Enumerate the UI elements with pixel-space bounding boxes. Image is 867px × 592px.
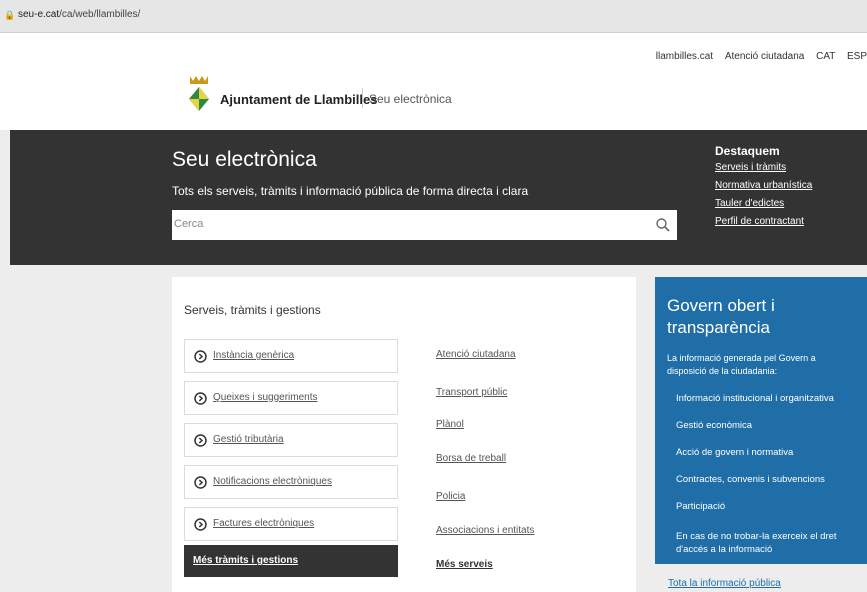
lang-esp[interactable]: ESP: [847, 51, 867, 62]
service-gestio-tributaria[interactable]: Gestió tributària: [184, 423, 398, 457]
lock-icon: 🔒: [4, 10, 16, 20]
arrow-circle-icon: [194, 476, 207, 489]
services-title: Serveis, tràmits i gestions: [184, 303, 321, 317]
destaquem-box: Destaquem Serveis i tràmits Normativa ur…: [715, 144, 812, 234]
destaquem-title: Destaquem: [715, 144, 780, 158]
site-subtitle: Seu electrònica: [369, 92, 452, 106]
search-input[interactable]: [172, 210, 614, 238]
browser-address-bar[interactable]: 🔒 seu-e.cat/ca/web/llambilles/: [0, 0, 867, 33]
service-label: Gestió tributària: [213, 434, 284, 445]
arrow-circle-icon: [194, 350, 207, 363]
service-instancia[interactable]: Instància genèrica: [184, 339, 398, 373]
service-notificacions[interactable]: Notificacions electròniques: [184, 465, 398, 499]
site-name[interactable]: Ajuntament de Llambilles: [220, 92, 377, 107]
url-domain: seu-e.cat: [18, 9, 60, 20]
hero-subtitle: Tots els serveis, tràmits i informació p…: [172, 184, 529, 198]
govern-item-accio[interactable]: Acció de govern i normativa: [676, 447, 793, 458]
govern-item-participacio[interactable]: Participació: [676, 501, 725, 512]
govern-description: La informació generada pel Govern a disp…: [667, 353, 816, 376]
destaquem-link-serveis[interactable]: Serveis i tràmits: [715, 162, 812, 173]
more-tramits-button[interactable]: Més tràmits i gestions: [184, 545, 398, 577]
hero-title: Seu electrònica: [172, 148, 317, 171]
page: llambilles.cat Atenció ciutadana CAT ESP…: [0, 33, 867, 592]
top-link-atencio[interactable]: Atenció ciutadana: [725, 51, 805, 62]
arrow-circle-icon: [194, 518, 207, 531]
all-public-info-link[interactable]: Tota la informació pública: [668, 578, 781, 589]
url-text[interactable]: seu-e.cat/ca/web/llambilles/: [18, 9, 140, 20]
hero-banner: Seu electrònica Tots els serveis, tràmit…: [10, 130, 867, 265]
arrow-circle-icon: [194, 392, 207, 405]
govern-obert-box: Govern obert i transparència La informac…: [655, 277, 867, 564]
service-factures[interactable]: Factures electròniques: [184, 507, 398, 541]
service-label: Factures electròniques: [213, 518, 315, 529]
top-links: llambilles.cat Atenció ciutadana CAT ESP: [647, 51, 867, 62]
link-atencio-ciutadana[interactable]: Atenció ciutadana: [436, 349, 516, 360]
search-box: [172, 210, 677, 240]
site-header: llambilles.cat Atenció ciutadana CAT ESP…: [0, 33, 867, 130]
search-icon[interactable]: [655, 217, 671, 233]
link-borsa-treball[interactable]: Borsa de treball: [436, 453, 506, 464]
site-divider: [362, 88, 363, 108]
link-mes-serveis[interactable]: Més serveis: [436, 559, 493, 570]
more-tramits-label: Més tràmits i gestions: [193, 555, 299, 566]
link-transport-public[interactable]: Transport públic: [436, 387, 507, 398]
service-label: Queixes i suggeriments: [213, 392, 318, 403]
destaquem-link-perfil[interactable]: Perfil de contractant: [715, 216, 812, 227]
link-associacions[interactable]: Associacions i entitats: [436, 525, 534, 536]
destaquem-link-normativa[interactable]: Normativa urbanística: [715, 180, 812, 191]
link-policia[interactable]: Policia: [436, 491, 465, 502]
destaquem-link-tauler[interactable]: Tauler d'edictes: [715, 198, 812, 209]
service-queixes[interactable]: Queixes i suggeriments: [184, 381, 398, 415]
service-label: Notificacions electròniques: [213, 476, 332, 487]
arrow-circle-icon: [194, 434, 207, 447]
govern-access-note[interactable]: En cas de no trobar-la exerceix el dret …: [676, 530, 856, 556]
url-path: /ca/web/llambilles/: [59, 9, 141, 20]
municipal-shield-logo[interactable]: [187, 73, 211, 113]
govern-title: Govern obert i transparència: [667, 296, 775, 337]
link-planol[interactable]: Plànol: [436, 419, 464, 430]
top-link-site[interactable]: llambilles.cat: [656, 51, 713, 62]
services-panel: Serveis, tràmits i gestions Instància ge…: [172, 277, 636, 592]
govern-item-economica[interactable]: Gestió econòmica: [676, 420, 752, 431]
lang-cat[interactable]: CAT: [816, 51, 835, 62]
govern-item-contractes[interactable]: Contractes, convenis i subvencions: [676, 474, 825, 485]
govern-item-institucional[interactable]: Informació institucional i organitzativa: [676, 393, 834, 404]
service-label: Instància genèrica: [213, 350, 295, 361]
